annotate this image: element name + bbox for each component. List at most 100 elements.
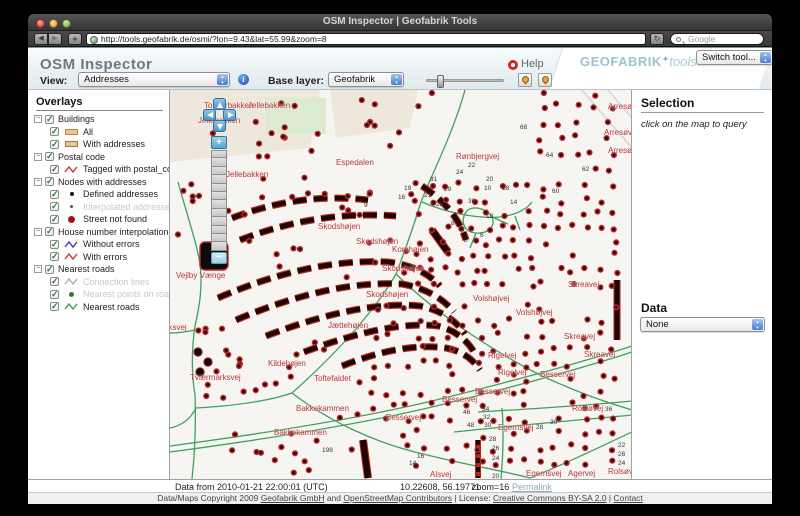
address-dot[interactable]	[416, 281, 421, 286]
address-dot[interactable]	[544, 242, 549, 247]
address-dot[interactable]	[606, 120, 611, 125]
address-dot[interactable]	[263, 382, 268, 387]
pan-down-button[interactable]	[213, 120, 226, 132]
address-dot[interactable]	[226, 352, 231, 357]
address-dot[interactable]	[507, 417, 512, 422]
zoom-out-button[interactable]: −	[211, 252, 227, 264]
address-dot[interactable]	[523, 351, 528, 356]
address-dot[interactable]	[259, 450, 264, 455]
address-dot[interactable]	[477, 361, 482, 366]
address-dot[interactable]	[416, 104, 421, 109]
address-dot[interactable]	[369, 390, 374, 395]
address-dot[interactable]	[486, 254, 491, 259]
address-dot[interactable]	[560, 136, 565, 141]
url-field[interactable]: http://tools.geofabrik.de/osmi/?lon=9.43…	[86, 33, 646, 45]
address-dot[interactable]	[550, 319, 555, 324]
address-dot[interactable]	[444, 197, 449, 202]
back-button[interactable]: ◀	[34, 33, 48, 45]
address-dot[interactable]	[189, 182, 194, 187]
address-dot[interactable]	[511, 362, 516, 367]
address-dot[interactable]	[309, 149, 314, 154]
address-dot[interactable]	[567, 345, 572, 350]
address-dot[interactable]	[247, 239, 252, 244]
address-dot[interactable]	[521, 402, 526, 407]
address-dot[interactable]	[540, 194, 545, 199]
address-dot[interactable]	[196, 328, 201, 333]
address-dot[interactable]	[422, 446, 427, 451]
zoom-slider-tick[interactable]	[211, 209, 227, 217]
address-dot[interactable]	[455, 270, 460, 275]
address-dot[interactable]	[433, 358, 438, 363]
address-dot[interactable]	[480, 351, 485, 356]
address-dot[interactable]	[315, 131, 320, 136]
address-dot[interactable]	[429, 414, 434, 419]
address-dot[interactable]	[294, 352, 299, 357]
address-dot[interactable]	[492, 324, 497, 329]
address-dot[interactable]	[181, 188, 186, 193]
address-dot[interactable]	[412, 198, 417, 203]
address-dot[interactable]	[357, 213, 362, 218]
address-dot[interactable]	[385, 332, 390, 337]
address-dot[interactable]	[460, 323, 465, 328]
address-dot[interactable]	[401, 306, 406, 311]
address-dot[interactable]	[472, 281, 477, 286]
address-dot[interactable]	[282, 125, 287, 130]
address-dot[interactable]	[272, 458, 277, 463]
address-dot[interactable]	[485, 282, 490, 287]
address-dot[interactable]	[241, 389, 246, 394]
address-dot[interactable]	[406, 364, 411, 369]
address-dot[interactable]	[257, 141, 262, 146]
address-dot[interactable]	[391, 321, 396, 326]
address-dot[interactable]	[306, 191, 311, 196]
address-dot[interactable]	[298, 247, 303, 252]
address-dot[interactable]	[446, 251, 451, 256]
address-dot[interactable]	[525, 183, 530, 188]
address-dot[interactable]	[481, 436, 486, 441]
layer-checkbox[interactable]	[50, 190, 59, 199]
address-dot[interactable]	[204, 394, 209, 399]
address-dot[interactable]	[367, 191, 372, 196]
reload-button[interactable]: ↻	[650, 33, 664, 45]
address-dot[interactable]	[534, 362, 539, 367]
address-dot[interactable]	[595, 209, 600, 214]
address-dot[interactable]	[576, 152, 581, 157]
address-dot[interactable]	[570, 253, 575, 258]
address-dot[interactable]	[372, 123, 377, 128]
address-dot[interactable]	[372, 376, 377, 381]
address-dot[interactable]	[293, 451, 298, 456]
address-dot[interactable]	[508, 458, 513, 463]
address-dot[interactable]	[556, 182, 561, 187]
address-dot[interactable]	[450, 347, 455, 352]
layer-checkbox[interactable]	[50, 215, 59, 224]
forward-button[interactable]: ▶	[48, 33, 62, 45]
address-dot[interactable]	[585, 417, 590, 422]
address-dot[interactable]	[372, 365, 377, 370]
address-dot[interactable]	[583, 432, 588, 437]
address-dot[interactable]	[401, 391, 406, 396]
address-dot[interactable]	[265, 154, 270, 159]
address-dot[interactable]	[582, 266, 587, 271]
address-dot[interactable]	[203, 330, 208, 335]
address-dot[interactable]	[610, 211, 615, 216]
address-dot[interactable]	[525, 334, 530, 339]
address-dot[interactable]	[386, 364, 391, 369]
address-dot[interactable]	[527, 238, 532, 243]
zoom-slider-tick[interactable]	[211, 192, 227, 200]
address-dot[interactable]	[402, 402, 407, 407]
address-dot-large[interactable]	[194, 348, 202, 356]
address-dot[interactable]	[503, 254, 508, 259]
address-dot[interactable]	[599, 200, 604, 205]
address-dot[interactable]	[458, 209, 463, 214]
address-dot[interactable]	[405, 443, 410, 448]
address-dot[interactable]	[612, 376, 617, 381]
address-dot[interactable]	[221, 395, 226, 400]
address-dot[interactable]	[610, 431, 615, 436]
address-dot[interactable]	[475, 269, 480, 274]
address-dot[interactable]	[556, 429, 561, 434]
address-dot[interactable]	[281, 134, 286, 139]
address-dot[interactable]	[583, 462, 588, 467]
address-dot[interactable]	[288, 374, 293, 379]
window-titlebar[interactable]: OSM Inspector | Geofabrik Tools	[28, 14, 772, 31]
address-dot[interactable]	[242, 212, 247, 217]
pan-right-button[interactable]	[223, 109, 236, 121]
